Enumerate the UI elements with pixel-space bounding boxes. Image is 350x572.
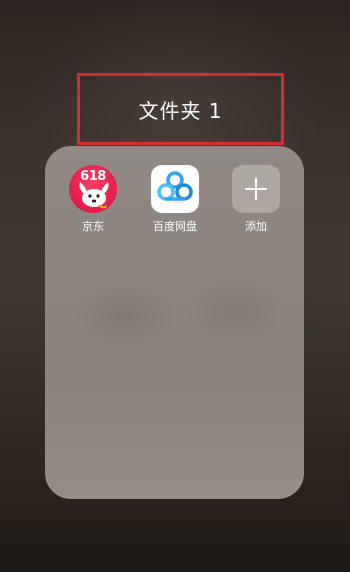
app-label-jd: 京东 [82, 220, 104, 233]
add-app-button[interactable]: 添加 [221, 165, 291, 234]
baidu-netdisk-icon [151, 165, 199, 213]
add-app-label: 添加 [245, 220, 267, 233]
folder-title-box[interactable]: 文件夹 1 [77, 73, 284, 145]
folder-panel: 618 京东 百度网盘 添加 [45, 146, 304, 499]
app-jd[interactable]: 618 京东 [58, 165, 128, 234]
jd-icon: 618 [69, 165, 117, 213]
plus-icon [232, 165, 280, 213]
folder-title: 文件夹 1 [138, 98, 223, 123]
app-label-baidu-netdisk: 百度网盘 [153, 220, 197, 233]
app-baidu-netdisk[interactable]: 百度网盘 [140, 165, 210, 234]
